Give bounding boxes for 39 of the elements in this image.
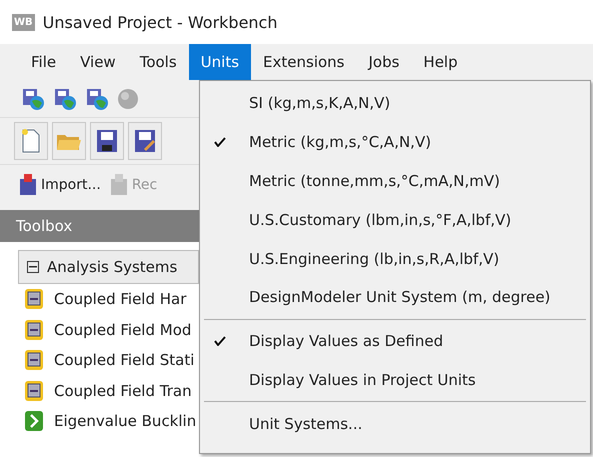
menu-option[interactable]: Display Values in Project Units <box>249 370 476 389</box>
import-icon <box>108 172 129 196</box>
menu-item[interactable]: Tools <box>128 44 189 80</box>
toolbox-header: Toolbox <box>0 210 199 242</box>
toolbox-item[interactable]: Coupled Field Tran <box>54 382 192 400</box>
import-icon <box>18 172 38 196</box>
menu-item[interactable]: View <box>68 44 128 80</box>
new-file-button[interactable] <box>14 122 48 160</box>
menu-option[interactable]: DesignModeler Unit System (m, degree) <box>249 288 550 306</box>
system-icon <box>24 349 44 372</box>
menu-item[interactable]: Help <box>411 44 470 80</box>
chevron-icon <box>24 410 44 432</box>
save-button[interactable] <box>90 122 124 160</box>
system-icon <box>24 318 44 341</box>
menu-option[interactable]: Metric (kg,m,s,°C,A,N,V) <box>249 133 432 152</box>
menu-option[interactable]: U.S.Engineering (lb,in,s,R,A,lbf,V) <box>249 250 500 268</box>
menu-option[interactable]: Metric (tonne,mm,s,°C,mA,N,mV) <box>249 172 500 190</box>
menu-option[interactable]: Display Values as Defined <box>249 332 444 350</box>
menu-option[interactable]: SI (kg,m,s,K,A,N,V) <box>249 94 390 112</box>
toolbox-item[interactable]: Eigenvalue Bucklin <box>54 412 196 430</box>
system-icon <box>24 288 44 310</box>
window-title: Unsaved Project - Workbench <box>42 12 278 32</box>
menu-option[interactable]: U.S.Customary (lbm,in,s,°F,A,lbf,V) <box>249 210 512 229</box>
toolbox-item[interactable]: Coupled Field Mod <box>54 320 192 339</box>
toolbar-button[interactable]: Import... <box>18 172 101 196</box>
new-file-icon <box>21 128 41 154</box>
app-icon: WB <box>12 14 35 30</box>
toolbox-item[interactable]: Coupled Field Stati <box>54 351 194 370</box>
collapse-icon[interactable] <box>27 261 39 273</box>
menu-item[interactable]: File <box>19 44 68 80</box>
menu-item[interactable]: Units <box>188 44 252 80</box>
floppy-pencil-icon <box>134 129 156 153</box>
group-header[interactable]: Analysis Systems <box>18 250 199 284</box>
system-icon <box>24 380 44 402</box>
menu-item[interactable]: Jobs <box>356 44 412 80</box>
menu-option[interactable]: Unit Systems... <box>249 414 362 433</box>
save-as-button[interactable] <box>128 122 162 160</box>
menu-item[interactable]: Extensions <box>251 44 356 80</box>
toolbox-item[interactable]: Coupled Field Har <box>54 290 186 308</box>
